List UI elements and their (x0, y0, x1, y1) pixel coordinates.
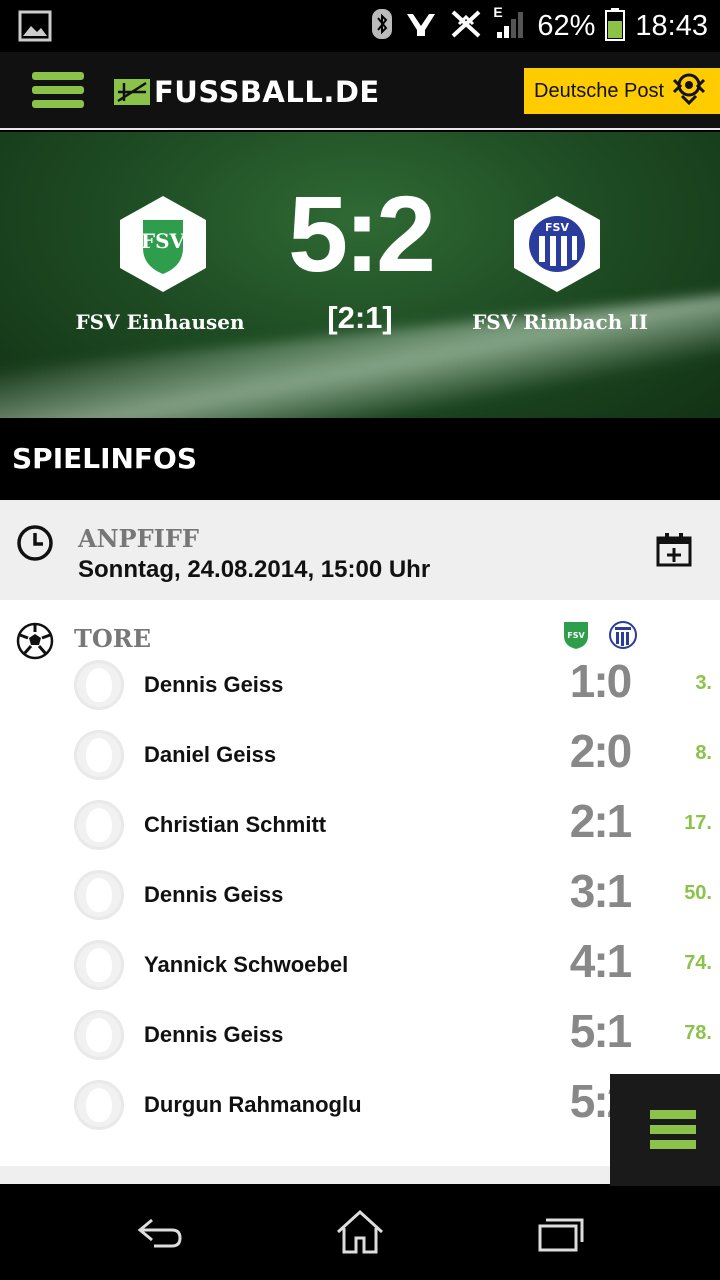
goal-scorer: Yannick Schwoebel (144, 952, 349, 977)
gallery-notification-icon (18, 10, 52, 47)
recent-apps-icon[interactable] (530, 1208, 590, 1258)
kickoff-info: ANPFIFF Sonntag, 24.08.2014, 15:00 Uhr (0, 500, 720, 600)
goal-row[interactable]: Dennis Geiss 1:0 3. (0, 650, 720, 720)
goal-score: 2:0 (569, 725, 632, 777)
goal-row[interactable]: Christian Schmitt 2:1 17. (0, 790, 720, 860)
back-icon[interactable] (130, 1208, 190, 1258)
status-bar: E 62% 18:43 (0, 0, 720, 52)
bluetooth-icon (371, 8, 393, 45)
system-nav-bar (0, 1186, 720, 1280)
sponsor-banner[interactable]: Deutsche Post (524, 68, 720, 114)
match-banner: FSV FSV Einhausen 5:2 [2:1] FSV FSV Rimb… (0, 132, 720, 418)
goal-minute: 3. (695, 672, 712, 694)
player-avatar (74, 1080, 124, 1130)
clock-icon (16, 524, 54, 567)
kickoff-label: ANPFIFF (78, 524, 199, 553)
clock: 18:43 (635, 9, 708, 42)
goal-score: 4:1 (569, 935, 632, 987)
no-signal-icon (449, 8, 483, 45)
goal-minute: 17. (684, 812, 712, 834)
goal-score: 5:1 (569, 1005, 632, 1057)
halftime-score: [2:1] (327, 300, 393, 335)
player-avatar (74, 940, 124, 990)
goal-scorer: Durgun Rahmanoglu (144, 1092, 362, 1117)
away-team-crest-icon[interactable]: FSV (514, 196, 600, 292)
final-score: 5:2 (287, 173, 436, 294)
home-team-crest-icon[interactable]: FSV (120, 196, 206, 292)
add-to-calendar-icon[interactable] (655, 532, 693, 573)
kickoff-datetime: Sonntag, 24.08.2014, 15:00 Uhr (78, 556, 431, 583)
goal-score: 1:0 (569, 655, 632, 707)
svg-text:FSV: FSV (567, 631, 585, 640)
goal-minute: 50. (684, 882, 712, 904)
goal-score: 3:1 (569, 865, 632, 917)
field-icon (114, 79, 150, 105)
player-avatar (74, 730, 124, 780)
goal-minute: 8. (695, 742, 712, 764)
nfc-icon (403, 8, 439, 45)
goal-row[interactable]: Daniel Geiss 2:0 8. (0, 720, 720, 790)
svg-text:FSV: FSV (141, 229, 186, 253)
section-title: SPIELINFOS (12, 442, 198, 475)
app-header: FUSSBALL.DE Deutsche Post (0, 52, 720, 130)
goal-row[interactable]: Dennis Geiss 3:1 50. (0, 860, 720, 930)
goal-scorer: Dennis Geiss (144, 672, 284, 697)
player-avatar (74, 660, 124, 710)
hamburger-menu-icon[interactable] (32, 72, 84, 110)
player-avatar (74, 800, 124, 850)
battery-percent: 62% (537, 9, 596, 42)
player-avatar (74, 870, 124, 920)
goal-row[interactable]: Dennis Geiss 5:1 78. (0, 1000, 720, 1070)
svg-text:FSV: FSV (545, 221, 569, 234)
signal-strength-icon: E (493, 4, 527, 45)
post-horn-icon (670, 72, 708, 111)
brand-logo[interactable]: FUSSBALL.DE (114, 74, 380, 110)
floating-menu-button[interactable] (610, 1074, 720, 1186)
home-icon[interactable] (330, 1208, 390, 1258)
goal-scorer: Daniel Geiss (144, 742, 277, 767)
sponsor-name: Deutsche Post (534, 79, 665, 102)
network-type: E (493, 3, 503, 20)
goal-row[interactable]: Yannick Schwoebel 4:1 74. (0, 930, 720, 1000)
away-team-name[interactable]: FSV Rimbach II (440, 310, 680, 334)
goal-minute: 74. (684, 952, 712, 974)
section-header: SPIELINFOS (0, 420, 720, 500)
goal-scorer: Dennis Geiss (144, 1022, 284, 1047)
goal-score: 2:1 (569, 795, 632, 847)
brand-name: FUSSBALL.DE (154, 75, 380, 109)
goals-label: TORE (74, 624, 152, 653)
player-avatar (74, 1010, 124, 1060)
home-team-name[interactable]: FSV Einhausen (40, 310, 280, 334)
battery-icon (605, 7, 626, 46)
goal-minute: 78. (684, 1022, 712, 1044)
goal-scorer: Christian Schmitt (144, 812, 327, 837)
goal-scorer: Dennis Geiss (144, 882, 284, 907)
